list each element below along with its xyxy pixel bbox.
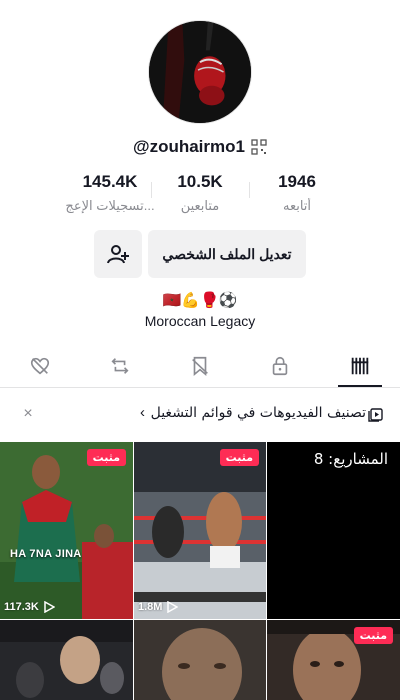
username-row: @zouhairmo1 (0, 136, 400, 158)
username: @zouhairmo1 (133, 137, 245, 156)
stat-label: متابعين (180, 198, 220, 213)
view-count-value: 1.8M (138, 601, 163, 613)
profile-actions: تعديل الملف الشخصي (0, 230, 400, 278)
playlist-banner-text: تصنيف الفيديوهات في قوائم التشغيل (150, 405, 366, 421)
stat-following[interactable]: 1946 أتابعه (242, 172, 352, 214)
video-caption: HA 7NA JINA (10, 548, 82, 560)
pinned-badge: مثبت (353, 627, 393, 644)
playlist-icon (368, 406, 384, 422)
stat-followers[interactable]: 10.5K متابعين (145, 172, 255, 214)
tab-reposts[interactable] (80, 346, 160, 386)
video-thumbnail[interactable]: مثبت HA 7NA JINA 117.3K (0, 442, 133, 619)
favorites-hidden-icon (192, 356, 208, 377)
stat-label: أتابعه (282, 198, 312, 213)
video-thumbnail[interactable]: مثبت (267, 620, 400, 700)
add-friend-button[interactable] (94, 230, 142, 278)
view-count: 117.3K (4, 601, 55, 613)
repost-icon (111, 358, 129, 374)
projects-count: المشاريع: 8 (313, 450, 388, 468)
chevron-left-icon: ‹ (140, 404, 145, 421)
view-count: 1.8M (138, 601, 179, 613)
stat-value: 1946 (278, 172, 316, 191)
qr-code-icon[interactable] (251, 139, 267, 155)
add-user-icon (107, 245, 129, 264)
play-icon (167, 601, 179, 613)
tab-favorites[interactable] (160, 346, 240, 386)
close-icon[interactable]: × (18, 404, 38, 424)
video-grid: مثبت HA 7NA JINA 117.3K مثبت 1.8M المشار… (0, 442, 400, 700)
stat-value: 10.5K (177, 172, 223, 191)
tab-liked[interactable] (0, 346, 80, 386)
bio-emojis: 🇲🇦💪🥊⚽ (162, 291, 238, 309)
tab-private[interactable] (240, 346, 320, 386)
lock-icon (272, 356, 288, 376)
pinned-badge: مثبت (86, 449, 126, 466)
pinned-badge: مثبت (219, 449, 259, 466)
profile-stats: 145.4K تسجيلات الإعج... 10.5K متابعين 19… (0, 172, 400, 218)
tab-videos[interactable] (320, 346, 400, 387)
projects-tile[interactable]: المشاريع: 8 (267, 442, 400, 619)
bio-text: Moroccan Legacy (144, 313, 256, 329)
playlist-banner[interactable]: × ‹ تصنيف الفيديوهات في قوائم التشغيل (0, 396, 400, 432)
video-thumbnail[interactable]: مثبت 1.8M (134, 442, 266, 619)
edit-profile-button[interactable]: تعديل الملف الشخصي (148, 230, 306, 278)
play-icon (44, 601, 55, 613)
profile-tabs (0, 346, 400, 388)
video-thumbnail[interactable] (0, 620, 133, 700)
profile-avatar[interactable] (148, 20, 252, 124)
liked-hidden-icon (30, 357, 50, 375)
video-thumbnail[interactable] (134, 620, 266, 700)
grid-videos-icon (351, 357, 369, 375)
view-count-value: 117.3K (4, 601, 39, 613)
